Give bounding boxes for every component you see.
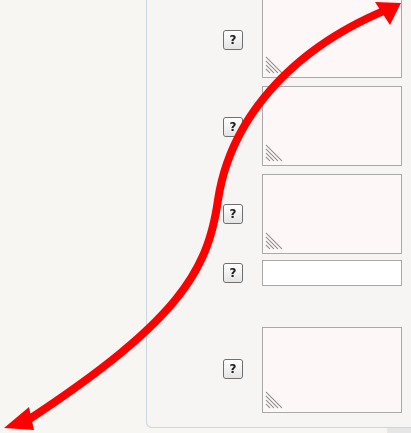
resize-grip-icon[interactable] (264, 55, 284, 75)
help-button-5[interactable]: ? (223, 359, 243, 379)
help-button-4[interactable]: ? (223, 263, 243, 283)
help-button-3[interactable]: ? (223, 204, 243, 224)
help-icon: ? (229, 266, 237, 280)
help-button-2[interactable]: ? (223, 117, 243, 137)
text-input-field-4[interactable] (262, 260, 402, 286)
resize-grip-icon[interactable] (264, 231, 284, 251)
help-icon: ? (229, 207, 237, 221)
help-button-1[interactable]: ? (223, 30, 243, 50)
help-icon: ? (229, 120, 237, 134)
arrowhead-bottom-left-icon (4, 407, 34, 430)
resize-grip-icon[interactable] (264, 143, 284, 163)
resize-grip-icon[interactable] (264, 390, 284, 410)
help-icon: ? (229, 362, 237, 376)
help-icon: ? (229, 33, 237, 47)
